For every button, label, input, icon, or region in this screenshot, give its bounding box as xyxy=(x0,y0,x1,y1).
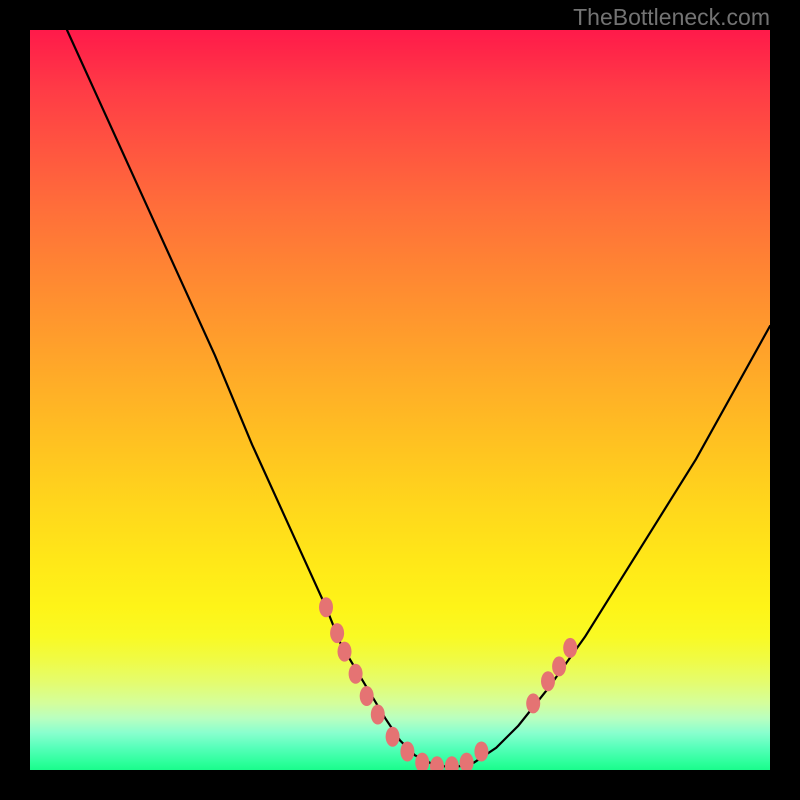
marker-dot xyxy=(330,623,344,643)
marker-dot xyxy=(360,686,374,706)
bottleneck-curve xyxy=(67,30,770,766)
marker-dot xyxy=(460,753,474,770)
marker-dot xyxy=(371,705,385,725)
curve-svg xyxy=(30,30,770,770)
marker-dot xyxy=(386,727,400,747)
marker-dot xyxy=(319,597,333,617)
marker-dot xyxy=(430,756,444,770)
marker-dot xyxy=(445,756,459,770)
attribution-text: TheBottleneck.com xyxy=(573,4,770,31)
marker-dot xyxy=(474,742,488,762)
marker-dot xyxy=(563,638,577,658)
marker-dot xyxy=(400,742,414,762)
marker-dot xyxy=(552,656,566,676)
marker-dot xyxy=(349,664,363,684)
plot-area xyxy=(30,30,770,770)
chart-container: TheBottleneck.com xyxy=(0,0,800,800)
marker-dot xyxy=(415,753,429,770)
marker-dot xyxy=(541,671,555,691)
marker-dot xyxy=(526,693,540,713)
marker-dot xyxy=(338,642,352,662)
curve-markers xyxy=(319,597,577,770)
